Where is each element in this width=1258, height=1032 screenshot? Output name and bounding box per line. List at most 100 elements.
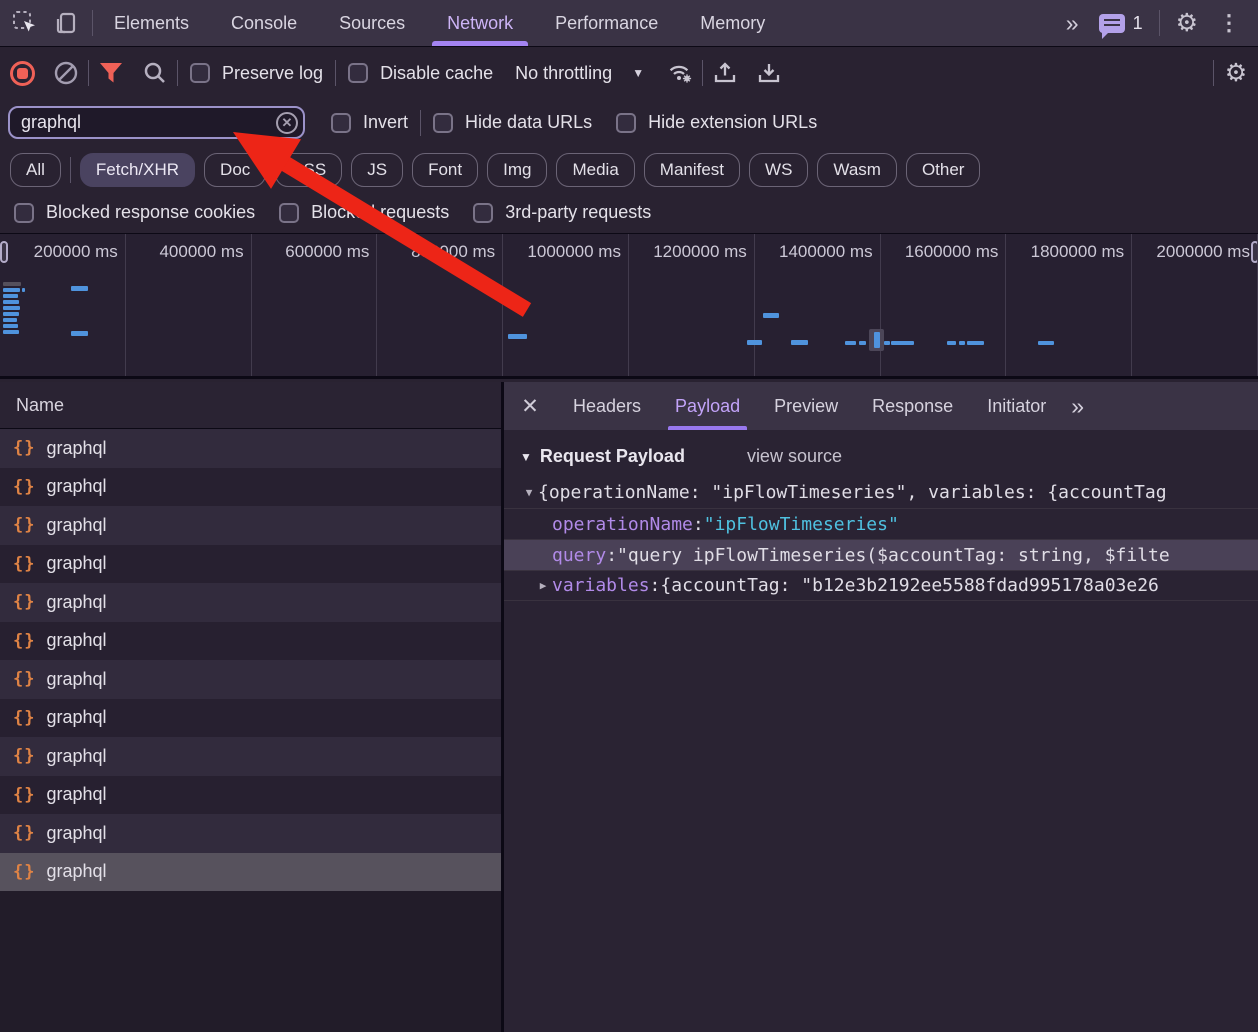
panel-tabs: ElementsConsoleSourcesNetworkPerformance… bbox=[93, 0, 786, 46]
search-icon[interactable] bbox=[133, 53, 177, 93]
preserve-log-checkbox[interactable] bbox=[190, 63, 210, 83]
tab-network[interactable]: Network bbox=[426, 0, 534, 46]
network-conditions-icon[interactable] bbox=[658, 53, 702, 93]
waterfall-bar bbox=[508, 334, 527, 339]
table-row[interactable]: {}graphql bbox=[0, 622, 501, 661]
table-row[interactable]: {}graphql bbox=[0, 853, 501, 892]
kebab-menu-icon[interactable]: ⋮ bbox=[1214, 10, 1244, 36]
table-row[interactable]: {}graphql bbox=[0, 429, 501, 468]
network-settings-gear-icon[interactable]: ⚙ bbox=[1214, 53, 1258, 93]
chip-media[interactable]: Media bbox=[556, 153, 634, 187]
table-row[interactable]: {}graphql bbox=[0, 776, 501, 815]
record-button[interactable] bbox=[0, 53, 44, 93]
section-collapse-icon[interactable]: ▼ bbox=[520, 450, 532, 464]
chip-doc[interactable]: Doc bbox=[204, 153, 266, 187]
table-row[interactable]: {}graphql bbox=[0, 699, 501, 738]
table-row[interactable]: {}graphql bbox=[0, 737, 501, 776]
chip-other[interactable]: Other bbox=[906, 153, 981, 187]
json-braces-icon: {} bbox=[13, 477, 35, 497]
3rd-party-requests-checkbox[interactable] bbox=[473, 203, 493, 223]
chip-img[interactable]: Img bbox=[487, 153, 547, 187]
blocked-requests-option[interactable]: Blocked requests bbox=[267, 202, 461, 223]
json-braces-icon: {} bbox=[13, 746, 35, 766]
table-row[interactable]: {}graphql bbox=[0, 545, 501, 584]
tree-expanded-icon[interactable]: ▼ bbox=[520, 486, 538, 499]
filter-toggle-icon[interactable] bbox=[89, 53, 133, 93]
device-toolbar-icon[interactable] bbox=[52, 10, 78, 36]
hide-extension-urls-option[interactable]: Hide extension URLs bbox=[604, 112, 829, 133]
import-har-icon[interactable] bbox=[703, 53, 747, 93]
payload-tree-row[interactable]: query: "query ipFlowTimeseries($accountT… bbox=[504, 539, 1258, 570]
timeline-column: 800000 ms bbox=[377, 234, 503, 376]
chip-js[interactable]: JS bbox=[351, 153, 403, 187]
request-name: graphql bbox=[46, 476, 106, 497]
chip-ws[interactable]: WS bbox=[749, 153, 808, 187]
details-tab-payload[interactable]: Payload bbox=[658, 382, 757, 430]
details-tab-response[interactable]: Response bbox=[855, 382, 970, 430]
payload-token: : bbox=[606, 545, 617, 566]
clear-button[interactable] bbox=[44, 53, 88, 93]
tab-memory[interactable]: Memory bbox=[679, 0, 786, 46]
chip-manifest[interactable]: Manifest bbox=[644, 153, 740, 187]
blocked-requests-checkbox[interactable] bbox=[279, 203, 299, 223]
export-har-icon[interactable] bbox=[747, 53, 791, 93]
network-overview-timeline[interactable]: 200000 ms400000 ms600000 ms800000 ms1000… bbox=[0, 233, 1258, 379]
view-source-link[interactable]: view source bbox=[747, 446, 842, 467]
waterfall-bar bbox=[791, 340, 808, 345]
details-more-tabs-icon[interactable]: » bbox=[1063, 393, 1090, 420]
disable-cache-checkbox[interactable] bbox=[348, 63, 368, 83]
table-row[interactable]: {}graphql bbox=[0, 583, 501, 622]
more-tabs-icon[interactable]: » bbox=[1060, 10, 1083, 37]
invert-option[interactable]: Invert bbox=[319, 112, 420, 133]
name-column-header[interactable]: Name bbox=[0, 382, 501, 429]
details-tab-preview[interactable]: Preview bbox=[757, 382, 855, 430]
inspect-element-icon[interactable] bbox=[12, 10, 38, 36]
preserve-log-label: Preserve log bbox=[222, 63, 323, 84]
table-row[interactable]: {}graphql bbox=[0, 660, 501, 699]
json-braces-icon: {} bbox=[13, 592, 35, 612]
details-tab-initiator[interactable]: Initiator bbox=[970, 382, 1063, 430]
chip-all[interactable]: All bbox=[10, 153, 61, 187]
timeline-tick-label: 1000000 ms bbox=[527, 242, 621, 262]
preserve-log-option[interactable]: Preserve log bbox=[178, 63, 335, 84]
tab-performance[interactable]: Performance bbox=[534, 0, 679, 46]
table-row[interactable]: {} graphql bbox=[0, 468, 501, 507]
payload-tree-row[interactable]: ▶variables: {accountTag: "b12e3b2192ee55… bbox=[504, 570, 1258, 601]
clear-filter-icon[interactable]: ✕ bbox=[276, 112, 298, 134]
payload-token: : bbox=[650, 575, 661, 596]
hide-data-urls-option[interactable]: Hide data URLs bbox=[421, 112, 604, 133]
waterfall-bar bbox=[3, 294, 18, 298]
throttling-select[interactable]: No throttling ▼ bbox=[505, 63, 658, 84]
chip-fetch-xhr[interactable]: Fetch/XHR bbox=[80, 153, 195, 187]
hide-extension-urls-checkbox[interactable] bbox=[616, 113, 636, 133]
hide-data-urls-label: Hide data URLs bbox=[465, 112, 592, 133]
payload-tree-row[interactable]: operationName: "ipFlowTimeseries" bbox=[504, 508, 1258, 539]
blocked-response-cookies-checkbox[interactable] bbox=[14, 203, 34, 223]
invert-checkbox[interactable] bbox=[331, 113, 351, 133]
chip-font[interactable]: Font bbox=[412, 153, 478, 187]
filter-input[interactable]: graphql ✕ bbox=[8, 106, 305, 139]
request-name: graphql bbox=[46, 707, 106, 728]
request-name: graphql bbox=[46, 784, 106, 805]
settings-gear-icon[interactable]: ⚙ bbox=[1176, 11, 1198, 36]
table-row[interactable]: {}graphql bbox=[0, 506, 501, 545]
details-tab-headers[interactable]: Headers bbox=[556, 382, 658, 430]
3rd-party-requests-option[interactable]: 3rd-party requests bbox=[461, 202, 663, 223]
payload-tree-row[interactable]: ▼{operationName: "ipFlowTimeseries", var… bbox=[504, 477, 1258, 508]
timeline-column: 200000 ms bbox=[0, 234, 126, 376]
tab-elements[interactable]: Elements bbox=[93, 0, 210, 46]
chip-wasm[interactable]: Wasm bbox=[817, 153, 897, 187]
issues-counter[interactable]: 1 bbox=[1099, 13, 1143, 34]
request-payload-title: Request Payload bbox=[540, 446, 685, 467]
close-details-icon[interactable]: ✕ bbox=[504, 394, 556, 419]
name-column-label: Name bbox=[16, 395, 64, 416]
disable-cache-option[interactable]: Disable cache bbox=[336, 63, 505, 84]
tab-sources[interactable]: Sources bbox=[318, 0, 426, 46]
tab-console[interactable]: Console bbox=[210, 0, 318, 46]
hide-data-urls-checkbox[interactable] bbox=[433, 113, 453, 133]
blocked-response-cookies-option[interactable]: Blocked response cookies bbox=[2, 202, 267, 223]
table-row[interactable]: {}graphql bbox=[0, 814, 501, 853]
chip-css[interactable]: CSS bbox=[275, 153, 342, 187]
tree-collapsed-icon[interactable]: ▶ bbox=[534, 579, 552, 592]
timeline-tick-label: 600000 ms bbox=[285, 242, 369, 262]
